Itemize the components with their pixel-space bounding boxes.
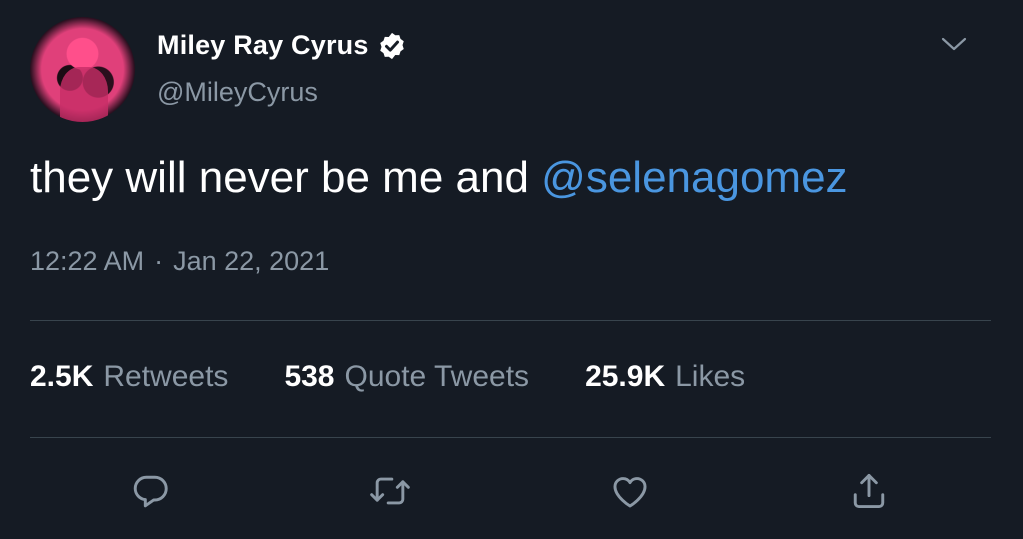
quote-tweets-stat[interactable]: 538 Quote Tweets xyxy=(284,360,529,394)
share-button[interactable] xyxy=(844,466,894,516)
divider xyxy=(30,437,991,438)
tweet-date: Jan 22, 2021 xyxy=(173,246,330,276)
retweets-count: 2.5K xyxy=(30,360,94,393)
tweet-time: 12:22 AM xyxy=(30,246,145,276)
retweet-button[interactable] xyxy=(365,466,415,516)
likes-label: Likes xyxy=(675,360,746,393)
likes-count: 25.9K xyxy=(585,360,666,393)
quote-tweets-label: Quote Tweets xyxy=(344,360,530,393)
author-display-name[interactable]: Miley Ray Cyrus xyxy=(157,30,369,61)
quote-tweets-count: 538 xyxy=(284,360,335,393)
retweets-stat[interactable]: 2.5K Retweets xyxy=(30,360,228,394)
tweet-timestamp[interactable]: 12:22 AM · Jan 22, 2021 xyxy=(30,246,329,277)
retweets-label: Retweets xyxy=(103,360,229,393)
share-icon xyxy=(853,473,885,509)
like-icon xyxy=(613,477,647,508)
action-bar xyxy=(0,466,1023,516)
avatar[interactable] xyxy=(30,17,135,122)
meta-separator: · xyxy=(154,246,164,276)
likes-stat[interactable]: 25.9K Likes xyxy=(585,360,745,394)
verified-badge-icon xyxy=(379,32,404,59)
like-button[interactable] xyxy=(605,466,655,516)
chevron-down-icon[interactable] xyxy=(940,32,968,56)
engagement-stats: 2.5K Retweets 538 Quote Tweets 25.9K Likes xyxy=(30,360,745,394)
author-handle[interactable]: @MileyCyrus xyxy=(157,77,318,108)
reply-icon xyxy=(133,475,168,508)
tweet-text-body: they will never be me and xyxy=(30,153,542,202)
divider xyxy=(30,320,991,321)
tweet-card: Miley Ray Cyrus @MileyCyrus they will ne… xyxy=(0,0,1023,539)
mention-link[interactable]: @selenagomez xyxy=(541,153,847,202)
retweet-icon xyxy=(370,477,410,505)
author-name-row[interactable]: Miley Ray Cyrus xyxy=(157,30,407,61)
reply-button[interactable] xyxy=(126,466,176,516)
tweet-text: they will never be me and @selenagomez xyxy=(30,150,848,206)
